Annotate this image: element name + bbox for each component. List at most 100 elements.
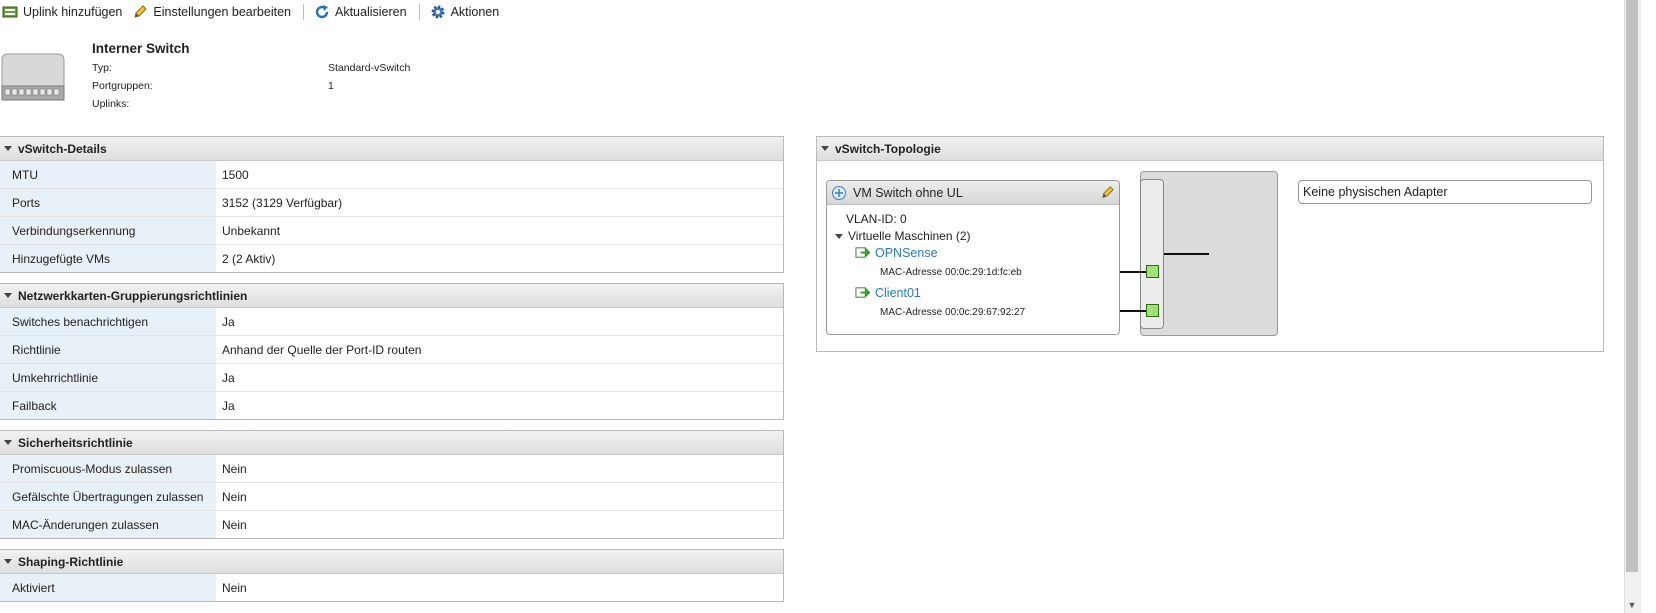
edit-settings-label: Einstellungen bearbeiten — [153, 5, 291, 19]
property-value: Ja — [222, 398, 235, 413]
switch-device-icon — [1, 53, 65, 101]
vm-mac-address: MAC-Adresse 00:0c:29:67:92:27 — [880, 307, 1026, 318]
uplink-add-icon — [2, 6, 18, 18]
vm-group-toggle[interactable]: Virtuelle Maschinen (2) — [835, 229, 971, 243]
property-value: 3152 (3129 Verfügbar) — [222, 195, 343, 210]
nic-teaming-panel: Netzwerkkarten-Gruppierungsrichtlinien S… — [0, 283, 784, 420]
collapse-triangle-icon — [4, 293, 12, 298]
uplinks-label: Uplinks: — [92, 98, 130, 110]
vswitch-details-title: vSwitch-Details — [18, 141, 107, 156]
type-label: Typ: — [92, 62, 112, 74]
property-value: Nein — [222, 580, 247, 595]
type-value: Standard-vSwitch — [328, 62, 411, 74]
toolbar-divider — [418, 4, 420, 20]
refresh-icon — [315, 5, 329, 19]
vlan-id: VLAN-ID: 0 — [846, 212, 907, 226]
security-policy-header[interactable]: Sicherheitsrichtlinie — [0, 431, 783, 455]
vm-icon — [855, 247, 870, 258]
table-row: Umkehrrichtlinie Ja — [0, 364, 783, 392]
property-key: MTU — [0, 161, 216, 188]
portgroups-value: 1 — [328, 80, 334, 92]
portgroup-header: VM Switch ohne UL — [827, 181, 1119, 205]
add-uplink-label: Uplink hinzufügen — [23, 5, 123, 19]
collapse-triangle-icon — [821, 146, 829, 151]
property-value: Unbekannt — [222, 223, 281, 238]
property-key: Failback — [0, 392, 216, 419]
portgroup-icon — [832, 185, 846, 200]
table-row: Promiscuous-Modus zulassen Nein — [0, 455, 783, 483]
vswitch-topology-title: vSwitch-Topologie — [835, 141, 941, 156]
vswitch-details-panel: vSwitch-Details MTU 1500 Ports 3152 (3129 … — [0, 136, 784, 273]
security-policy-panel: Sicherheitsrichtlinie Promiscuous-Modus … — [0, 430, 784, 539]
toolbar-divider — [302, 4, 304, 20]
property-key: Gefälschte Übertragungen zulassen — [0, 483, 216, 510]
vswitch-details-header[interactable]: vSwitch-Details — [0, 137, 783, 161]
table-row: Switches benachrichtigen Ja — [0, 308, 783, 336]
property-value: 1500 — [222, 167, 249, 182]
pencil-icon[interactable] — [1100, 185, 1115, 200]
table-row: Hinzugefügte VMs 2 (2 Aktiv) — [0, 245, 783, 272]
table-row: Ports 3152 (3129 Verfügbar) — [0, 189, 783, 217]
property-key: Promiscuous-Modus zulassen — [0, 455, 216, 482]
scroll-down-icon[interactable]: ▼ — [1624, 597, 1640, 613]
vswitch-topology-header[interactable]: vSwitch-Topologie — [817, 137, 1603, 161]
refresh-button[interactable]: Aktualisieren — [312, 4, 415, 20]
pencil-icon — [134, 5, 148, 18]
property-key: Umkehrrichtlinie — [0, 364, 216, 391]
portgroup-name: VM Switch ohne UL — [853, 185, 963, 200]
switch-title: Interner Switch — [92, 41, 190, 56]
vm-item[interactable]: OPNSense — [855, 245, 938, 260]
table-row: MTU 1500 — [0, 161, 783, 189]
security-policy-title: Sicherheitsrichtlinie — [18, 435, 133, 450]
property-key: Ports — [0, 189, 216, 216]
uplink-line — [1164, 253, 1209, 255]
vm-group-label: Virtuelle Maschinen (2) — [848, 229, 971, 243]
add-uplink-button[interactable]: Uplink hinzufügen — [0, 4, 130, 20]
shaping-policy-title: Shaping-Richtlinie — [18, 554, 124, 569]
table-row: Aktiviert Nein — [0, 574, 783, 601]
toolbar: Uplink hinzufügen Einstellungen bearbeit… — [0, 0, 507, 24]
nic-teaming-header[interactable]: Netzwerkkarten-Gruppierungsrichtlinien — [0, 284, 783, 308]
property-key: Verbindungserkennung — [0, 217, 216, 244]
collapse-triangle-icon — [835, 233, 843, 239]
scrollbar-thumb[interactable] — [1626, 0, 1638, 572]
collapse-triangle-icon — [4, 146, 12, 151]
refresh-label: Aktualisieren — [334, 5, 407, 19]
property-value: Nein — [222, 517, 247, 532]
vm-name-link[interactable]: Client01 — [875, 286, 921, 300]
edit-settings-button[interactable]: Einstellungen bearbeiten — [130, 4, 299, 20]
property-value: 2 (2 Aktiv) — [222, 251, 276, 266]
table-row: Gefälschte Übertragungen zulassen Nein — [0, 483, 783, 511]
vm-port-line — [1120, 271, 1146, 273]
property-key: MAC-Änderungen zulassen — [0, 511, 216, 538]
property-value: Nein — [222, 461, 247, 476]
no-physical-adapter-box: Keine physischen Adapter — [1298, 180, 1592, 204]
table-row: Richtlinie Anhand der Quelle der Port-ID … — [0, 336, 783, 364]
actions-button[interactable]: Aktionen — [428, 4, 508, 20]
property-key: Switches benachrichtigen — [0, 308, 216, 335]
gear-icon — [431, 5, 445, 19]
property-value: Ja — [222, 370, 235, 385]
actions-label: Aktionen — [450, 5, 500, 19]
property-key: Hinzugefügte VMs — [0, 245, 216, 272]
table-row: Verbindungserkennung Unbekannt — [0, 217, 783, 245]
property-key: Richtlinie — [0, 336, 216, 363]
property-value: Anhand der Quelle der Port-ID routen — [222, 342, 422, 357]
collapse-triangle-icon — [4, 440, 12, 445]
table-row: Failback Ja — [0, 392, 783, 419]
property-key: Aktiviert — [0, 574, 216, 601]
vm-item[interactable]: Client01 — [855, 285, 921, 300]
vm-port-line — [1120, 310, 1146, 312]
vm-icon — [855, 287, 870, 298]
shaping-policy-header[interactable]: Shaping-Richtlinie — [0, 550, 783, 574]
vm-port — [1146, 265, 1159, 278]
collapse-triangle-icon — [4, 559, 12, 564]
vm-port — [1146, 304, 1159, 317]
property-value: Nein — [222, 489, 247, 504]
table-row: MAC-Änderungen zulassen Nein — [0, 511, 783, 538]
vm-name-link[interactable]: OPNSense — [875, 246, 938, 260]
nic-teaming-title: Netzwerkkarten-Gruppierungsrichtlinien — [18, 288, 248, 303]
vm-mac-address: MAC-Adresse 00:0c:29:1d:fc:eb — [880, 267, 1022, 278]
portgroups-label: Portgruppen: — [92, 80, 153, 92]
portgroup-box[interactable]: VM Switch ohne UL VLAN-ID: 0 Virtuelle M… — [826, 180, 1120, 335]
